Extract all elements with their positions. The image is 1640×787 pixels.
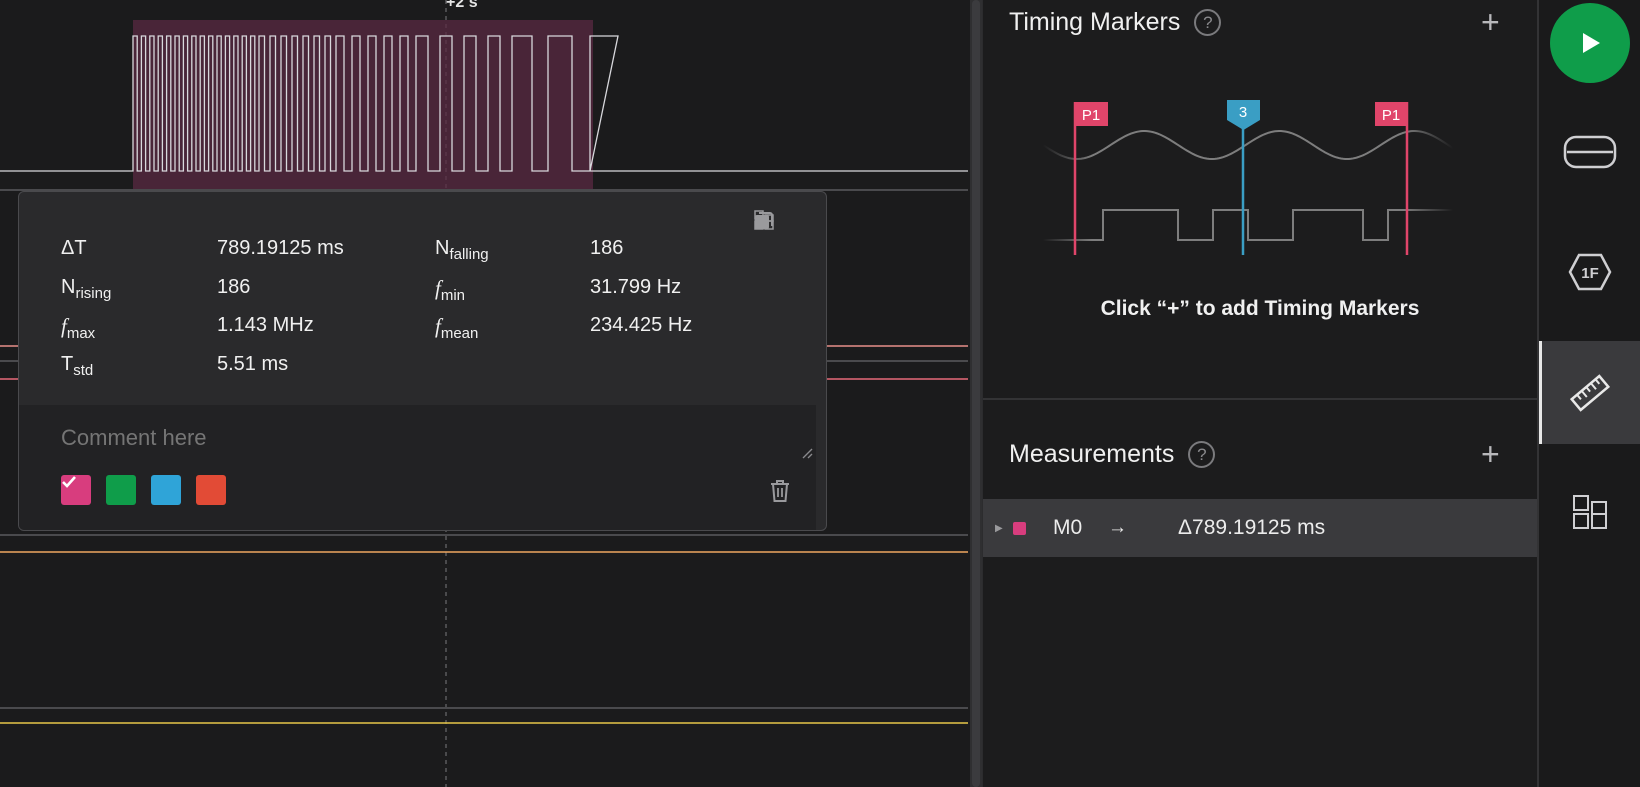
analyzers-button[interactable]: 1F — [1539, 220, 1640, 323]
waveform-view[interactable]: +2 s ΔT 789.19125 ms Nfalling 186 Nrisin… — [0, 0, 970, 787]
analyzer-icon: 1F — [1568, 253, 1611, 290]
time-axis-label: +2 s — [446, 0, 478, 11]
measurement-value: Δ789.19125 ms — [1178, 516, 1326, 539]
add-measurement-button[interactable]: + — [1481, 438, 1500, 470]
comment-input[interactable] — [61, 425, 761, 451]
play-icon — [1583, 33, 1600, 53]
stat-f-mean-label: fmean — [435, 314, 479, 342]
stat-n-falling-label: Nfalling — [435, 237, 489, 263]
measurements-header: Measurements ? — [1009, 440, 1216, 469]
measurement-region — [133, 20, 593, 190]
measurement-row[interactable]: ▶ M0 → Δ789.19125 ms — [983, 499, 1537, 557]
color-swatch[interactable] — [151, 475, 181, 505]
marker-right-label: P1 — [1382, 107, 1400, 124]
timing-markers-hint: Click “+” to add Timing Markers — [1100, 297, 1420, 320]
color-swatch[interactable] — [61, 475, 91, 505]
stat-n-rising-label: Nrising — [61, 276, 112, 302]
stat-t-std-label: Tstd — [61, 353, 94, 379]
measurement-color-icon — [1013, 521, 1026, 535]
measurement-popover: ΔT 789.19125 ms Nfalling 186 Nrising 186… — [18, 191, 827, 531]
timing-markers-title: Timing Markers — [1009, 8, 1181, 36]
scrollbar-thumb[interactable] — [972, 0, 980, 787]
stat-f-max-label: fmax — [61, 314, 96, 342]
stat-f-mean-value: 234.425 Hz — [590, 314, 693, 336]
section-divider — [983, 398, 1537, 400]
expand-caret-icon[interactable]: ▶ — [995, 523, 1003, 534]
measurement-name: M0 — [1053, 516, 1083, 539]
stat-delta-t-label: ΔT — [61, 237, 87, 259]
measurement-arrow-icon: → — [1108, 517, 1127, 538]
measurements-title: Measurements — [1009, 440, 1175, 468]
stat-n-falling-value: 186 — [590, 237, 624, 259]
device-icon — [1563, 135, 1616, 168]
color-swatch[interactable] — [196, 475, 226, 505]
square-wave-illustration — [1043, 209, 1453, 241]
stat-f-min-value: 31.799 Hz — [590, 276, 682, 298]
comment-area — [19, 405, 816, 530]
marker-left-label: P1 — [1082, 107, 1100, 124]
stat-f-min-label: fmin — [435, 276, 466, 304]
timing-markers-header: Timing Markers ? — [1009, 8, 1222, 37]
extensions-button[interactable] — [1539, 460, 1640, 563]
color-swatch[interactable] — [106, 475, 136, 505]
stat-f-max-value: 1.143 MHz — [217, 314, 314, 336]
side-panel: Timing Markers ? + P1 3 P1 Click “+” to … — [982, 0, 1537, 787]
marker-center-label: 3 — [1239, 104, 1247, 121]
add-timing-marker-button[interactable]: + — [1481, 6, 1500, 38]
timing-markers-help-icon[interactable]: ? — [1194, 9, 1222, 36]
analyzer-icon-label: 1F — [1581, 265, 1599, 282]
measurements-help-icon[interactable]: ? — [1188, 441, 1216, 468]
icon-rail: 1F — [1537, 0, 1640, 787]
vertical-scrollbar[interactable] — [970, 0, 982, 787]
measure-icon — [1569, 373, 1610, 412]
extensions-icon — [1572, 494, 1607, 529]
stat-n-rising-value: 186 — [217, 276, 251, 298]
stat-delta-t-value: 789.19125 ms — [217, 237, 344, 259]
measurements-tab-button[interactable] — [1539, 341, 1640, 444]
color-swatches — [61, 475, 226, 505]
start-capture-button[interactable] — [1550, 3, 1630, 83]
stat-t-std-value: 5.51 ms — [217, 353, 289, 375]
copy-icon[interactable] — [755, 210, 812, 234]
device-button[interactable] — [1539, 100, 1640, 203]
sine-wave-illustration — [1042, 129, 1454, 161]
checkmark-icon — [62, 476, 76, 488]
